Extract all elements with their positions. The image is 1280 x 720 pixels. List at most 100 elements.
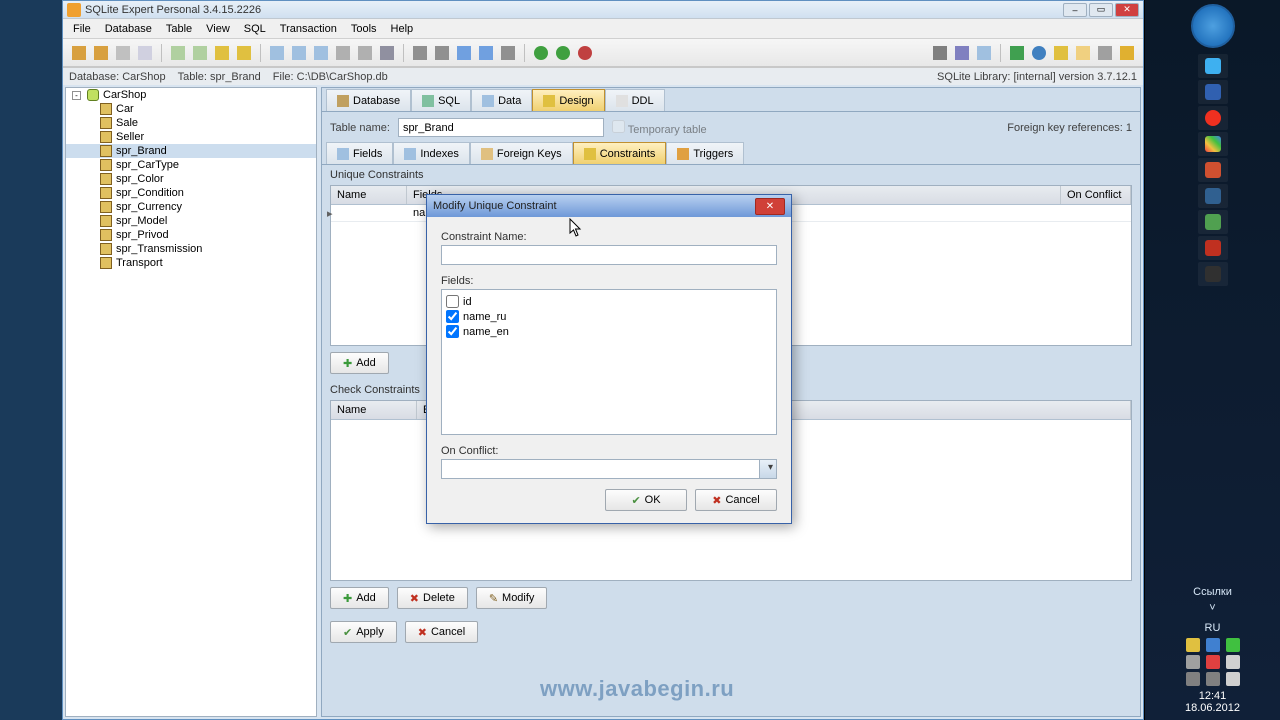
database-tree[interactable]: - CarShop Car Sale Seller spr_Brand spr_… [65,87,317,717]
apply-button[interactable]: ✔Apply [330,621,397,643]
tree-item-spr-condition[interactable]: spr_Condition [66,186,316,200]
taskbar-app-2[interactable] [1198,80,1228,104]
tb-btn-9[interactable] [267,43,287,63]
windows-taskbar[interactable]: Ссылки ˅ RU 12:41 18.06.2012 [1144,0,1280,720]
menu-view[interactable]: View [200,21,236,37]
field-name-ru-checkbox[interactable] [446,310,459,323]
dialog-cancel-button[interactable]: ✖Cancel [695,489,777,511]
tree-item-spr-currency[interactable]: spr_Currency [66,200,316,214]
dialog-close-button[interactable]: ✕ [755,198,785,215]
tab-ddl[interactable]: DDL [605,89,665,111]
tree-item-spr-model[interactable]: spr_Model [66,214,316,228]
tab-foreign-keys[interactable]: Foreign Keys [470,142,573,164]
col-conflict[interactable]: On Conflict [1061,186,1131,204]
tree-item-car[interactable]: Car [66,102,316,116]
tray-icon-1[interactable] [1186,638,1200,652]
tb-btn-2[interactable] [91,43,111,63]
on-conflict-select[interactable] [441,459,777,479]
tb-btn-1[interactable] [69,43,89,63]
tray-icon-6[interactable] [1186,672,1200,686]
minimize-button[interactable]: – [1063,3,1087,17]
tb-filter-icon[interactable] [952,43,972,63]
tray-icon-5[interactable] [1206,655,1220,669]
tab-database[interactable]: Database [326,89,411,111]
add-unique-button[interactable]: ✚Add [330,352,389,374]
maximize-button[interactable]: ▭ [1089,3,1113,17]
volume-icon[interactable] [1226,655,1240,669]
tb-help-icon[interactable] [1117,43,1137,63]
tb-btn-11[interactable] [311,43,331,63]
tb-run-1[interactable] [531,43,551,63]
tb-btn-15[interactable] [410,43,430,63]
expand-icon[interactable]: - [72,91,81,100]
links-label[interactable]: Ссылки [1149,586,1276,598]
tab-constraints[interactable]: Constraints [573,142,667,164]
tab-sql[interactable]: SQL [411,89,471,111]
field-name-en-checkbox[interactable] [446,325,459,338]
delete-check-button[interactable]: ✖Delete [397,587,468,609]
add-check-button[interactable]: ✚Add [330,587,389,609]
clock-time[interactable]: 12:41 [1149,690,1276,702]
tab-indexes[interactable]: Indexes [393,142,470,164]
tree-db-node[interactable]: - CarShop [66,88,316,102]
tb-btn-5[interactable] [168,43,188,63]
tb-disk-icon[interactable] [1095,43,1115,63]
field-name-ru[interactable]: name_ru [446,309,772,324]
tree-item-spr-color[interactable]: spr_Color [66,172,316,186]
tb-btn-13[interactable] [355,43,375,63]
tb-btn-14[interactable] [377,43,397,63]
language-indicator[interactable]: RU [1149,622,1276,634]
tb-gear-icon[interactable] [930,43,950,63]
menu-table[interactable]: Table [160,21,198,37]
tray-icon-2[interactable] [1206,638,1220,652]
tb-table-icon[interactable] [974,43,994,63]
field-id[interactable]: id [446,294,772,309]
field-id-checkbox[interactable] [446,295,459,308]
table-name-input[interactable] [398,118,604,137]
menu-help[interactable]: Help [385,21,420,37]
tree-item-spr-brand[interactable]: spr_Brand [66,144,316,158]
tb-btn-3[interactable] [113,43,133,63]
dialog-ok-button[interactable]: ✔OK [605,489,687,511]
modify-check-button[interactable]: ✎Modify [476,587,548,609]
system-tray[interactable]: Ссылки ˅ RU 12:41 18.06.2012 [1145,580,1280,720]
tb-btn-8[interactable] [234,43,254,63]
tb-btn-18[interactable] [476,43,496,63]
taskbar-app-7[interactable] [1198,210,1228,234]
tab-design[interactable]: Design [532,89,604,111]
field-name-en[interactable]: name_en [446,324,772,339]
tb-btn-6[interactable] [190,43,210,63]
start-button[interactable] [1191,4,1235,48]
menu-database[interactable]: Database [99,21,158,37]
dialog-titlebar[interactable]: Modify Unique Constraint ✕ [427,195,791,217]
tab-fields[interactable]: Fields [326,142,393,164]
menu-transaction[interactable]: Transaction [274,21,343,37]
titlebar[interactable]: SQLite Expert Personal 3.4.15.2226 – ▭ ✕ [63,1,1143,19]
tree-item-seller[interactable]: Seller [66,130,316,144]
taskbar-app-8[interactable] [1198,236,1228,260]
taskbar-app-9[interactable] [1198,262,1228,286]
taskbar-app-6[interactable] [1198,184,1228,208]
col-name[interactable]: Name [331,186,407,204]
tray-icon-4[interactable] [1186,655,1200,669]
taskbar-app-1[interactable] [1198,54,1228,78]
tb-refresh-icon[interactable] [1007,43,1027,63]
tree-item-transport[interactable]: Transport [66,256,316,270]
tree-item-sale[interactable]: Sale [66,116,316,130]
tb-btn-19[interactable] [498,43,518,63]
col-name-2[interactable]: Name [331,401,417,419]
tb-globe-icon[interactable] [1029,43,1049,63]
tree-item-spr-cartype[interactable]: spr_CarType [66,158,316,172]
fields-list[interactable]: id name_ru name_en [441,289,777,435]
tb-run-2[interactable] [553,43,573,63]
tb-btn-16[interactable] [432,43,452,63]
tb-btn-4[interactable] [135,43,155,63]
close-button[interactable]: ✕ [1115,3,1139,17]
clock-date[interactable]: 18.06.2012 [1149,702,1276,714]
menu-file[interactable]: File [67,21,97,37]
taskbar-app-4[interactable] [1198,132,1228,156]
tb-btn-10[interactable] [289,43,309,63]
tree-item-spr-transmission[interactable]: spr_Transmission [66,242,316,256]
taskbar-app-3[interactable] [1198,106,1228,130]
taskbar-app-5[interactable] [1198,158,1228,182]
